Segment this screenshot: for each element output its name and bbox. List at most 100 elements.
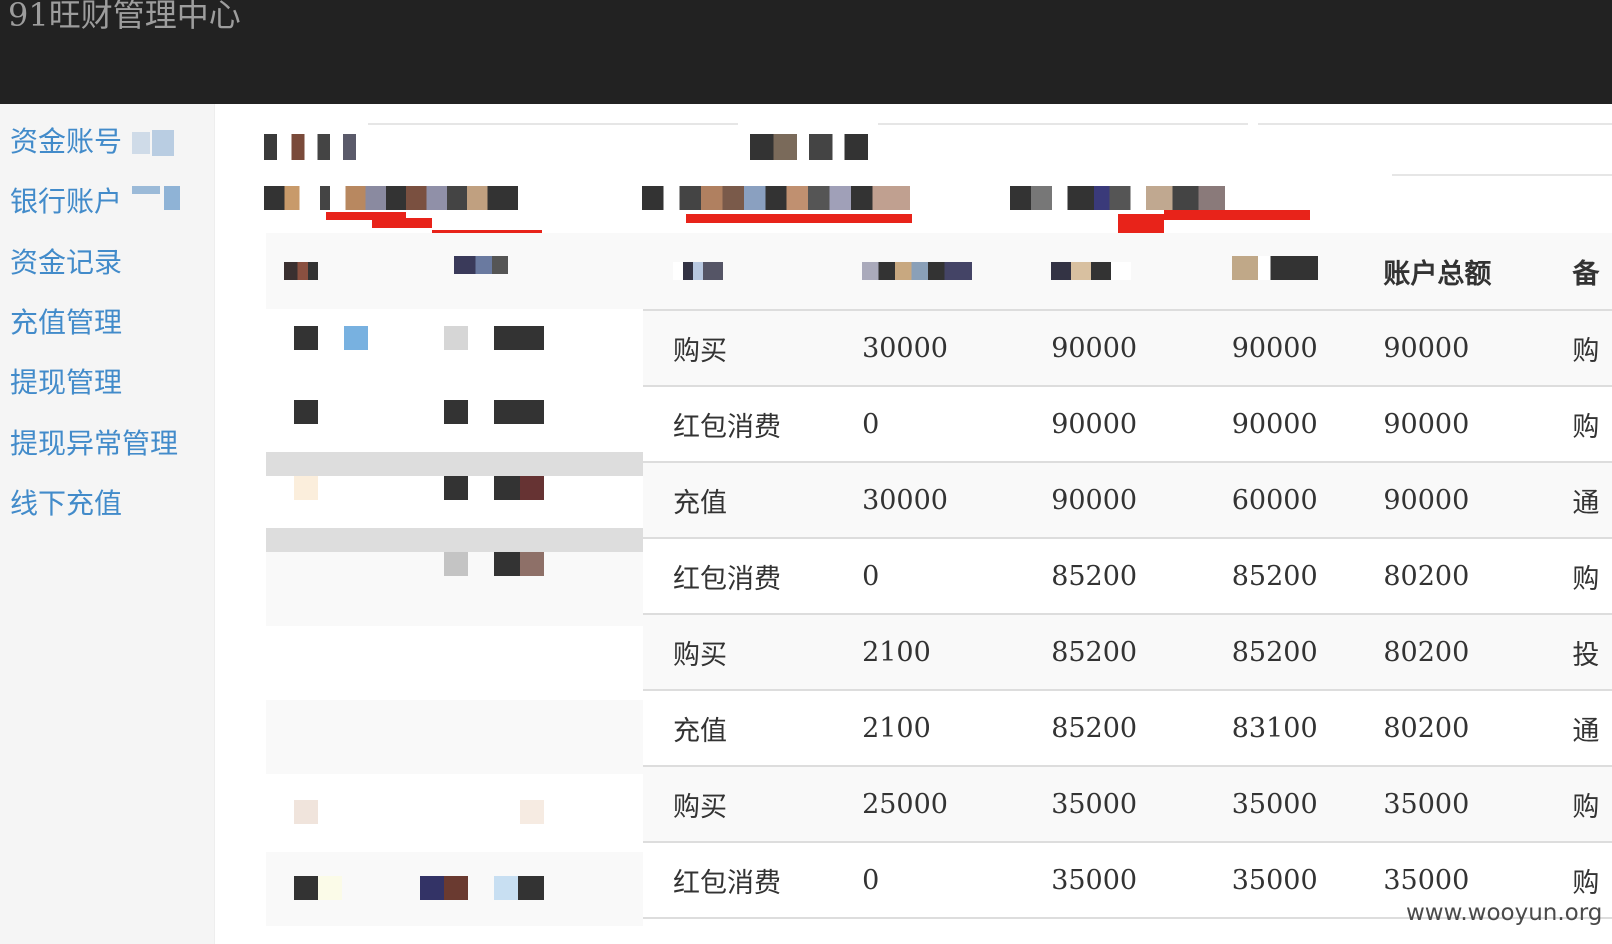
- redacted-cell: [344, 326, 368, 350]
- redacted-row-band: [266, 452, 643, 476]
- redacted-cell: [420, 876, 444, 900]
- table-row: 购买 25000 35000 35000 35000 购: [643, 766, 1612, 843]
- redacted-cell: [294, 476, 318, 500]
- table-cell: 2100: [862, 614, 1052, 691]
- table-cell: 0: [862, 538, 1052, 615]
- pixelated-text: [132, 186, 160, 194]
- table-cell: 购: [1572, 386, 1612, 463]
- table-row: 购买 2100 85200 85200 80200 投: [643, 614, 1612, 691]
- redacted-cell: [444, 552, 468, 576]
- redacted-cell: [444, 326, 468, 350]
- pixelated-text: [152, 130, 174, 156]
- table-cell: 通: [1572, 690, 1612, 767]
- table-cell: 83100: [1231, 690, 1384, 767]
- table-cell: 充值: [643, 690, 863, 767]
- redacted-cell: [494, 876, 518, 900]
- table-cell: 90000: [1051, 310, 1232, 387]
- table-cell: 2100: [862, 690, 1052, 767]
- table-cell: 购买: [643, 766, 863, 843]
- table-cell: 通: [1572, 462, 1612, 539]
- red-underline-mark: [372, 218, 432, 228]
- table-cell: 90000: [1383, 310, 1573, 387]
- table-cell: 购: [1572, 310, 1612, 387]
- table-cell: 购: [1572, 538, 1612, 615]
- table-cell: 投: [1572, 614, 1612, 691]
- table-cell: 购买: [643, 614, 863, 691]
- redacted-cell: [294, 326, 318, 350]
- divider: [1258, 123, 1612, 125]
- red-underline-mark: [686, 214, 912, 223]
- table-cell: 红包消费: [643, 538, 863, 615]
- sidebar-item-withdraw-management[interactable]: 提现管理: [10, 361, 122, 401]
- table-row: 购买 30000 90000 90000 90000 购: [643, 310, 1612, 387]
- redacted-value: [642, 186, 910, 210]
- redacted-cell: [294, 400, 318, 424]
- redacted-cell: [494, 476, 520, 500]
- watermark: www.wooyun.org: [1406, 900, 1603, 926]
- fund-records-table: 账户总额 备 购买 30000 90000 90000 90000 购红包消费 0 90000…: [643, 233, 1612, 919]
- sidebar-item-recharge-management[interactable]: 充值管理: [10, 301, 122, 341]
- table-cell: 购买: [643, 310, 863, 387]
- table-cell: 85200: [1051, 538, 1232, 615]
- redacted-cell: [444, 476, 468, 500]
- pixelated-text: [454, 256, 508, 274]
- table-cell: 35000: [1051, 842, 1232, 919]
- column-header: [862, 233, 1052, 311]
- pixelated-text: [164, 186, 180, 210]
- table-cell: 80200: [1383, 614, 1573, 691]
- table-cell: 90000: [1383, 462, 1573, 539]
- column-header-remark: 备: [1572, 233, 1612, 311]
- table-cell: 0: [862, 842, 1052, 919]
- table-cell: 25000: [862, 766, 1052, 843]
- sidebar-item-fund-account[interactable]: 资金账号: [10, 120, 122, 160]
- table-cell: 35000: [1231, 766, 1384, 843]
- redacted-cell: [494, 326, 544, 350]
- table-cell: 90000: [1051, 386, 1232, 463]
- pixelated-text: [132, 132, 150, 154]
- table-cell: 90000: [1231, 310, 1384, 387]
- redacted-cell: [520, 476, 544, 500]
- table-cell: 90000: [1051, 462, 1232, 539]
- sidebar-item-bank-account[interactable]: 银行账户: [10, 180, 122, 220]
- redacted-label: [264, 134, 356, 160]
- column-header: [1231, 233, 1384, 311]
- redacted-row-band: [266, 700, 643, 774]
- redacted-row-band: [266, 528, 643, 552]
- red-underline-mark: [1164, 210, 1310, 220]
- sidebar-item-withdraw-exception[interactable]: 提现异常管理: [10, 422, 178, 462]
- table-header-row: 账户总额 备: [643, 233, 1612, 311]
- redacted-label: [750, 134, 868, 160]
- sidebar-item-offline-recharge[interactable]: 线下充值: [10, 482, 122, 522]
- table-cell: 80200: [1383, 538, 1573, 615]
- table-cell: 30000: [862, 462, 1052, 539]
- table-cell: 35000: [1383, 766, 1573, 843]
- redacted-cell: [444, 400, 468, 424]
- redacted-cell: [494, 552, 520, 576]
- top-navbar: 91旺财管理中心: [0, 0, 1612, 104]
- table-cell: 60000: [1231, 462, 1384, 539]
- table-cell: 35000: [1231, 842, 1384, 919]
- table-cell: 80200: [1383, 690, 1573, 767]
- redacted-cell: [494, 400, 544, 424]
- redacted-cell: [444, 876, 468, 900]
- column-header: [643, 233, 863, 311]
- column-header-account-total: 账户总额: [1383, 233, 1573, 311]
- table-row: 红包消费 0 90000 90000 90000 购: [643, 386, 1612, 463]
- table-cell: 购: [1572, 766, 1612, 843]
- divider: [878, 123, 1248, 125]
- redacted-cell: [518, 876, 544, 900]
- redacted-cell: [520, 552, 544, 576]
- column-header: [1051, 233, 1232, 311]
- table-cell: 85200: [1231, 538, 1384, 615]
- redacted-value: [264, 186, 518, 210]
- table-cell: 35000: [1051, 766, 1232, 843]
- table-cell: 红包消费: [643, 842, 863, 919]
- brand-title[interactable]: 91旺财管理中心: [8, 0, 241, 36]
- redacted-cell: [318, 876, 342, 900]
- sidebar-item-fund-records[interactable]: 资金记录: [10, 241, 122, 281]
- table-cell: 30000: [862, 310, 1052, 387]
- table-cell: 90000: [1231, 386, 1384, 463]
- table-row: 充值 2100 85200 83100 80200 通: [643, 690, 1612, 767]
- table-cell: 85200: [1231, 614, 1384, 691]
- table-cell: 0: [862, 386, 1052, 463]
